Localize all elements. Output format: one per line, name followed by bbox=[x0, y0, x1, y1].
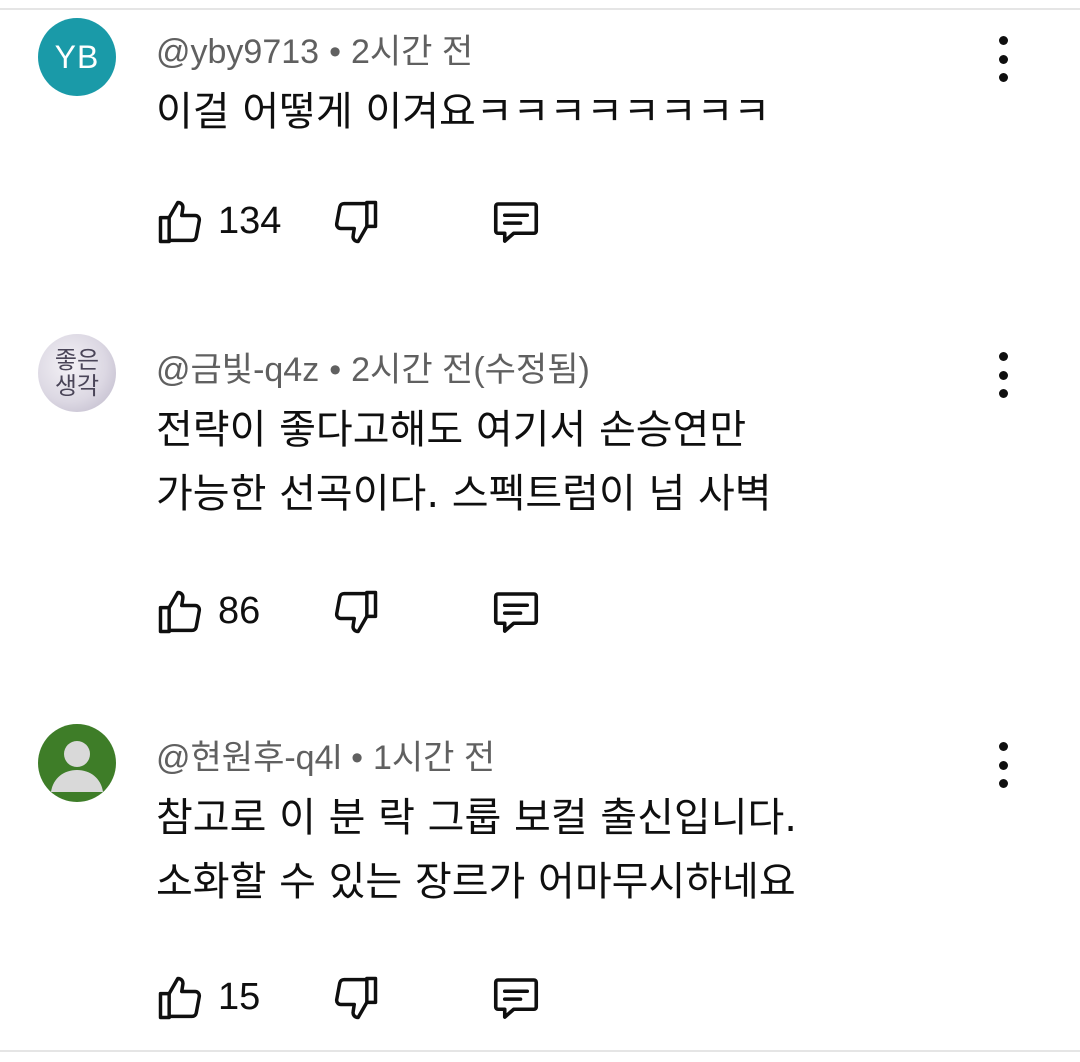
like-button[interactable] bbox=[152, 584, 208, 640]
more-vert-icon[interactable] bbox=[988, 36, 1018, 82]
comment-actions: 15 bbox=[152, 970, 572, 1026]
reply-icon bbox=[493, 202, 539, 243]
comment-actions: 86 bbox=[152, 584, 572, 640]
comment-meta: @금빛-q4z • 2시간 전(수정됨) bbox=[156, 342, 590, 391]
avatar[interactable]: YB bbox=[38, 18, 116, 96]
dislike-button[interactable] bbox=[328, 970, 384, 1026]
comment-meta: @yby9713 • 2시간 전 bbox=[156, 24, 473, 73]
default-user-icon bbox=[51, 741, 103, 792]
comment-actions: 134 bbox=[152, 194, 572, 250]
like-count: 134 bbox=[218, 200, 282, 242]
thumbs-up-icon bbox=[158, 590, 202, 634]
meta-separator: • bbox=[329, 351, 342, 389]
more-vert-icon[interactable] bbox=[988, 352, 1018, 398]
dislike-button[interactable] bbox=[328, 194, 384, 250]
thumbs-down-icon bbox=[334, 590, 378, 634]
comment-time: 1시간 전 bbox=[372, 739, 496, 777]
avatar[interactable]: 좋은 생각 bbox=[38, 334, 116, 412]
top-divider bbox=[0, 0, 1080, 10]
avatar-initials: YB bbox=[54, 38, 100, 75]
thumbs-down-icon bbox=[334, 200, 378, 244]
comment-text: 전략이 좋다고해도 여기서 손승연만 가능한 선곡이다. 스펙트럼이 넘 사벽 bbox=[156, 407, 772, 517]
like-button[interactable] bbox=[152, 194, 208, 250]
comment-item: 좋은 생각 @금빛-q4z • 2시간 전(수정됨) 전략이 좋다고해도 여기서 손… bbox=[0, 334, 1080, 666]
thumbs-up-icon bbox=[158, 200, 202, 244]
bottom-divider bbox=[0, 1050, 1080, 1062]
dislike-button[interactable] bbox=[328, 584, 384, 640]
reply-button[interactable] bbox=[488, 194, 544, 250]
comment-time: 2시간 전 bbox=[350, 33, 474, 71]
author-name[interactable]: @금빛-q4z bbox=[156, 351, 319, 389]
reply-button[interactable] bbox=[488, 584, 544, 640]
comment-item: @현원후-q4l • 1시간 전 참고로 이 분 락 그룹 보컬 출신입니다. 소화… bbox=[0, 724, 1080, 1044]
author-name[interactable]: @현원후-q4l bbox=[156, 739, 341, 777]
thumbs-up-icon bbox=[158, 976, 202, 1020]
author-name[interactable]: @yby9713 bbox=[156, 33, 319, 71]
reply-button[interactable] bbox=[488, 970, 544, 1026]
reply-icon bbox=[493, 978, 539, 1019]
like-count: 86 bbox=[218, 590, 261, 632]
comment-text: 참고로 이 분 락 그룹 보컬 출신입니다. 소화할 수 있는 장르가 어마무시… bbox=[156, 795, 798, 905]
thumbs-down-icon bbox=[334, 976, 378, 1020]
comment-meta: @현원후-q4l • 1시간 전 bbox=[156, 730, 495, 779]
more-vert-icon[interactable] bbox=[988, 742, 1018, 788]
comment-time: 2시간 전(수정됨) bbox=[351, 351, 590, 389]
meta-separator: • bbox=[329, 33, 341, 71]
like-count: 15 bbox=[218, 976, 261, 1018]
like-button[interactable] bbox=[152, 970, 208, 1026]
avatar-image-text: 좋은 bbox=[54, 346, 100, 374]
avatar[interactable] bbox=[38, 724, 116, 802]
avatar-image-text: 생각 bbox=[54, 372, 100, 400]
comment-item: YB @yby9713 • 2시간 전 이걸 어떻게 이겨요ㅋㅋㅋㅋㅋㅋㅋㅋ 134 bbox=[0, 18, 1080, 288]
meta-separator: • bbox=[351, 739, 363, 777]
reply-icon bbox=[493, 592, 539, 633]
comment-text: 이걸 어떻게 이겨요ㅋㅋㅋㅋㅋㅋㅋㅋ bbox=[156, 89, 771, 135]
